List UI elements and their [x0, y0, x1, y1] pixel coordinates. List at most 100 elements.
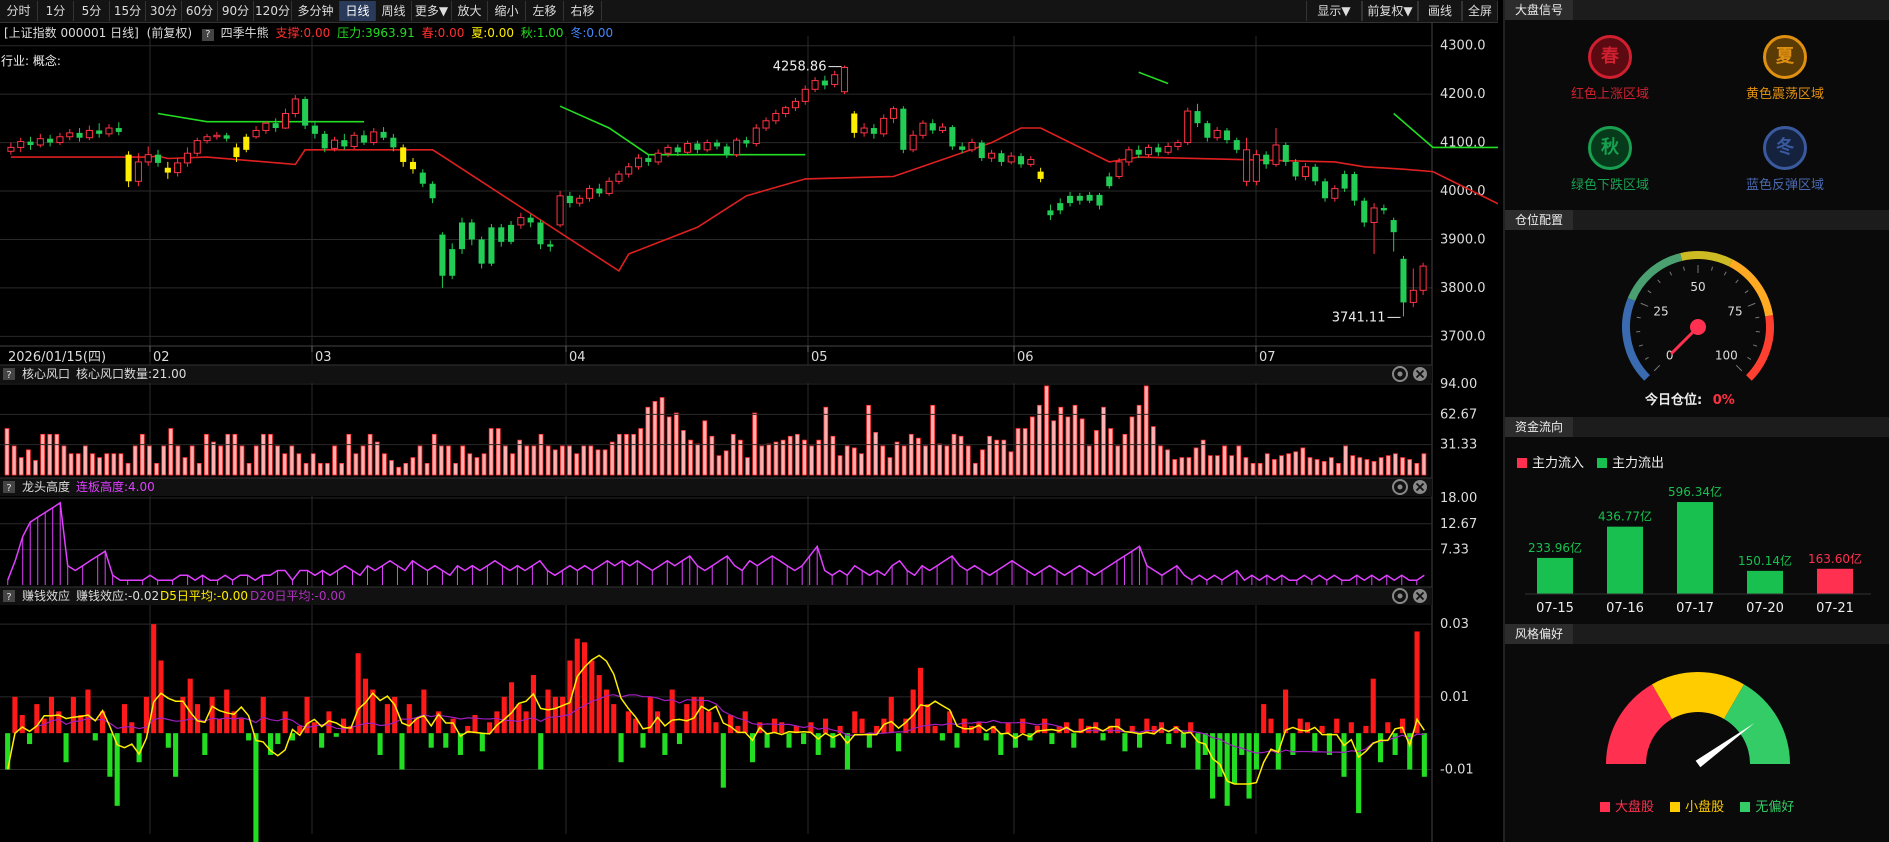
effect-bar: [333, 733, 339, 737]
signal-autumn: 秋 绿色下跌区域: [1525, 126, 1695, 193]
signal-spring: 春 红色上涨区域: [1525, 35, 1695, 102]
panel-title: 核心风口: [22, 367, 70, 381]
candle-body: [1174, 142, 1182, 147]
wind-bar: [930, 404, 935, 476]
wind-bar: [132, 445, 138, 476]
period-button[interactable]: 1分: [38, 1, 74, 21]
period-button[interactable]: 5分: [74, 1, 110, 21]
flow-value-label: 436.77亿: [1598, 509, 1652, 524]
y-tick-label: -0.01: [1440, 763, 1474, 778]
wind-bar: [1193, 447, 1199, 476]
y-axis: 4300.04200.04100.04000.03900.03800.03700…: [1440, 39, 1486, 345]
flow-date-label: 07-21: [1816, 601, 1854, 616]
gauge-tick: [1644, 356, 1649, 360]
candle-body: [978, 142, 985, 159]
effect-bar: [859, 718, 865, 734]
period-button[interactable]: 左移: [526, 1, 564, 21]
section-fund-flow: 资金流向: [1505, 417, 1889, 437]
period-button[interactable]: 放大: [452, 1, 488, 21]
toolbar-right-button[interactable]: 前复权▼: [1362, 1, 1418, 21]
wind-bar: [75, 453, 81, 476]
candle-body: [360, 135, 367, 143]
period-button[interactable]: 15分: [110, 1, 146, 21]
wind-bar: [147, 445, 152, 476]
candle-body: [164, 167, 171, 173]
period-button[interactable]: 90分: [218, 1, 254, 21]
effect-bar: [771, 718, 777, 734]
effect-bar: [1166, 733, 1172, 745]
effect-bar: [1356, 733, 1362, 814]
effect-bar: [706, 711, 712, 734]
settings-gear-icon-center: [1397, 593, 1403, 599]
gauge-tick-label: 25: [1653, 305, 1668, 319]
panel-title: 赚钱效应: [22, 588, 70, 603]
period-button[interactable]: 分时: [0, 1, 38, 21]
candle-body: [791, 100, 799, 109]
wind-bar: [531, 445, 537, 476]
wind-bar: [431, 433, 437, 476]
candle-body: [596, 188, 603, 194]
period-button[interactable]: 30分: [146, 1, 182, 21]
candle-body: [547, 244, 554, 247]
period-toolbar: 分时 1分 5分 15分 30分 60分 90分 120分 多分钟 日线 周线 更多▼ 放大 缩小 左移 右移…: [0, 0, 1498, 23]
wind-bar: [659, 397, 665, 476]
candle-body: [585, 188, 594, 199]
toolbar-right-button[interactable]: 全屏: [1462, 1, 1498, 21]
candle-body: [1067, 195, 1074, 204]
section-market-signal: 大盘信号: [1505, 0, 1889, 20]
candle-body: [1135, 149, 1142, 155]
candle-body: [537, 222, 544, 245]
effect-bar: [92, 733, 98, 741]
effect-bar: [655, 711, 661, 734]
flow-in-label: 主力流入: [1532, 456, 1585, 471]
period-button[interactable]: 60分: [182, 1, 218, 21]
candle-body: [1331, 188, 1339, 199]
flow-out-swatch: [1597, 458, 1607, 468]
wind-bar: [1236, 445, 1242, 476]
candle-body: [1390, 220, 1397, 233]
period-button[interactable]: 周线: [376, 1, 412, 21]
chart-area: [上证指数 000001 日线] (前复权) ? 四季牛熊 支撑:0.00 压力…: [0, 22, 1498, 842]
candle-body: [36, 138, 44, 146]
candle-body: [752, 127, 760, 145]
flow-bar: [1607, 526, 1643, 594]
candle-body: [1086, 194, 1093, 201]
panel-title: 龙头高度: [22, 479, 70, 494]
large-cap-swatch: [1600, 802, 1610, 812]
help-icon-glyph: ?: [6, 592, 11, 603]
effect-bar: [932, 725, 938, 734]
wind-bar: [1393, 453, 1398, 476]
effect-bar: [713, 722, 719, 734]
candle-body: [390, 137, 397, 148]
y-tick-label: 4200.0: [1440, 87, 1486, 102]
toolbar-right-button[interactable]: 画线: [1418, 1, 1462, 21]
effect-bar: [224, 689, 230, 734]
period-button[interactable]: 120分: [254, 1, 292, 21]
wind-bar: [901, 445, 907, 476]
candle-body: [1380, 207, 1387, 211]
candle-body: [439, 234, 446, 276]
effect-bar: [63, 733, 69, 763]
candle-body: [1204, 123, 1211, 138]
toolbar-right-button[interactable]: 显示▼: [1306, 1, 1362, 21]
wind-bar: [1414, 462, 1420, 476]
wind-bar: [709, 435, 715, 476]
wind-bar: [260, 433, 266, 476]
period-button[interactable]: 更多▼: [412, 1, 452, 21]
wind-bar: [673, 412, 679, 476]
period-button[interactable]: 右移: [564, 1, 602, 21]
candle-body: [1007, 155, 1015, 163]
effect-bar: [720, 733, 726, 788]
period-button[interactable]: 多分钟: [292, 1, 340, 21]
wind-bar: [367, 433, 373, 476]
wind-bar: [802, 439, 807, 476]
period-button[interactable]: 缩小: [488, 1, 526, 21]
wind-bar: [1343, 445, 1348, 476]
right-panel: 大盘信号 春 红色上涨区域 夏 黄色震荡区域 秋 绿色下跌区域 冬 蓝色反弹区域…: [1503, 0, 1889, 842]
wind-bar: [1158, 445, 1163, 476]
candle-body: [76, 132, 83, 138]
wind-bar: [474, 457, 480, 476]
candle-body: [380, 131, 387, 138]
dragon-height: [7, 501, 1425, 585]
period-button[interactable]: 日线: [340, 1, 376, 21]
